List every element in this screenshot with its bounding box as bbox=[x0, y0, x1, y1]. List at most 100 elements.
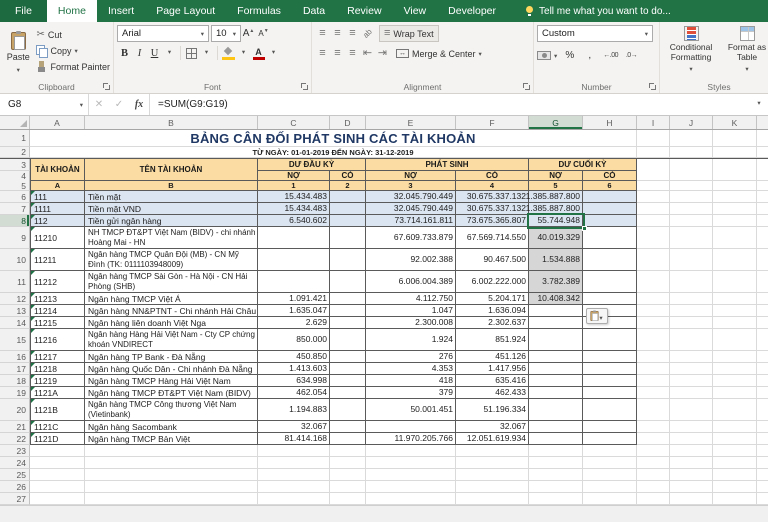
cell-I21[interactable] bbox=[637, 421, 670, 433]
increase-decimal-button[interactable]: ←.00 bbox=[602, 47, 619, 63]
enter-button[interactable]: ✓ bbox=[109, 94, 129, 115]
number-dialog-launcher-icon[interactable] bbox=[648, 82, 657, 91]
cell-C16[interactable]: 450.850 bbox=[258, 351, 330, 363]
row-header-15[interactable]: 15 bbox=[0, 329, 30, 351]
cell-F10[interactable]: 90.467.500 bbox=[456, 249, 529, 271]
cell-F12[interactable]: 5.204.171 bbox=[456, 293, 529, 305]
cell-C10[interactable] bbox=[258, 249, 330, 271]
cell-H17[interactable] bbox=[583, 363, 637, 375]
column-header-J[interactable]: J bbox=[670, 116, 713, 129]
formula-input[interactable]: =SUM(G9:G19) bbox=[150, 94, 750, 115]
cell-D25[interactable] bbox=[330, 469, 366, 481]
row-header-18[interactable]: 18 bbox=[0, 375, 30, 387]
insert-function-button[interactable]: fx bbox=[129, 94, 149, 115]
cell-A24[interactable] bbox=[30, 457, 85, 469]
cell-H18[interactable] bbox=[583, 375, 637, 387]
cell-E9[interactable]: 67.609.733.879 bbox=[366, 227, 456, 249]
cell-H11[interactable] bbox=[583, 271, 637, 293]
cell-K25[interactable] bbox=[713, 469, 757, 481]
cell-H21[interactable] bbox=[583, 421, 637, 433]
cell-J6[interactable] bbox=[670, 191, 713, 203]
cell-D5[interactable]: 2 bbox=[330, 181, 366, 191]
cell-H15[interactable] bbox=[583, 329, 637, 351]
bold-button[interactable]: B bbox=[117, 45, 132, 61]
cell-C17[interactable]: 1.413.603 bbox=[258, 363, 330, 375]
tab-data[interactable]: Data bbox=[292, 0, 336, 22]
cell-I7[interactable] bbox=[637, 203, 670, 215]
cell-B16[interactable]: Ngân hàng TP Bank - Đà Nẵng bbox=[85, 351, 258, 363]
row-header-8[interactable]: 8 bbox=[0, 215, 30, 227]
cell-I17[interactable] bbox=[637, 363, 670, 375]
header-account-name[interactable]: TÊN TÀI KHOẢN bbox=[85, 159, 258, 181]
cell-A14[interactable]: 11215 bbox=[30, 317, 85, 329]
cell-F7[interactable]: 30.675.337.132 bbox=[456, 203, 529, 215]
borders-dropdown-icon[interactable] bbox=[199, 45, 214, 61]
row-header-12[interactable]: 12 bbox=[0, 293, 30, 305]
cell-A11[interactable]: 11212 bbox=[30, 271, 85, 293]
cell-B15[interactable]: Ngân hàng Hàng Hải Việt Nam - Cty CP chứ… bbox=[85, 329, 258, 351]
cell-E7[interactable]: 32.045.790.449 bbox=[366, 203, 456, 215]
row-header-2[interactable]: 2 bbox=[0, 147, 30, 158]
tab-developer[interactable]: Developer bbox=[437, 0, 507, 22]
cell-H16[interactable] bbox=[583, 351, 637, 363]
cell-K12[interactable] bbox=[713, 293, 757, 305]
cell-C23[interactable] bbox=[258, 445, 330, 457]
cell-B19[interactable]: Ngân hàng TMCP ĐT&PT Việt Nam (BIDV) bbox=[85, 387, 258, 399]
cell-H6[interactable] bbox=[583, 191, 637, 203]
cell-I23[interactable] bbox=[637, 445, 670, 457]
cell-B5[interactable]: B bbox=[85, 181, 258, 191]
cell-D21[interactable] bbox=[330, 421, 366, 433]
row-header-11[interactable]: 11 bbox=[0, 271, 30, 293]
cell-H8[interactable] bbox=[583, 215, 637, 227]
cell-I24[interactable] bbox=[637, 457, 670, 469]
cell-G16[interactable] bbox=[529, 351, 583, 363]
cell-H20[interactable] bbox=[583, 399, 637, 421]
cell-J26[interactable] bbox=[670, 481, 713, 493]
cell-C12[interactable]: 1.091.421 bbox=[258, 293, 330, 305]
cell-J7[interactable] bbox=[670, 203, 713, 215]
cell-K14[interactable] bbox=[713, 317, 757, 329]
cell-E12[interactable]: 4.112.750 bbox=[366, 293, 456, 305]
cell-I5[interactable] bbox=[637, 181, 670, 191]
cell-D17[interactable] bbox=[330, 363, 366, 375]
cell-J24[interactable] bbox=[670, 457, 713, 469]
tab-page-layout[interactable]: Page Layout bbox=[145, 0, 226, 22]
tab-insert[interactable]: Insert bbox=[97, 0, 145, 22]
cell-A16[interactable]: 11217 bbox=[30, 351, 85, 363]
name-box[interactable]: G8 bbox=[0, 94, 88, 115]
cell-C19[interactable]: 462.054 bbox=[258, 387, 330, 399]
cell-K16[interactable] bbox=[713, 351, 757, 363]
cell-D15[interactable] bbox=[330, 329, 366, 351]
cell-K7[interactable] bbox=[713, 203, 757, 215]
cell-I20[interactable] bbox=[637, 399, 670, 421]
font-name-dropdown-icon[interactable] bbox=[201, 28, 204, 39]
cut-button[interactable]: ✂ Cut bbox=[36, 27, 110, 42]
cell-G14[interactable] bbox=[529, 317, 583, 329]
cell-E17[interactable]: 4.353 bbox=[366, 363, 456, 375]
column-header-I[interactable]: I bbox=[637, 116, 670, 129]
cell-B17[interactable]: Ngân hàng Quốc Dân - Chi nhánh Đà Nẵng bbox=[85, 363, 258, 375]
format-as-table-button[interactable]: Format as Table bbox=[719, 25, 768, 81]
cell-I26[interactable] bbox=[637, 481, 670, 493]
fill-color-button[interactable] bbox=[221, 45, 236, 61]
cell-B27[interactable] bbox=[85, 493, 258, 505]
cell-D20[interactable] bbox=[330, 399, 366, 421]
cell-D22[interactable] bbox=[330, 433, 366, 445]
number-format-select[interactable]: Custom bbox=[537, 25, 653, 42]
cell-J18[interactable] bbox=[670, 375, 713, 387]
cell-I9[interactable] bbox=[637, 227, 670, 249]
cell-A22[interactable]: 1121D bbox=[30, 433, 85, 445]
cell-I19[interactable] bbox=[637, 387, 670, 399]
accounting-format-button[interactable] bbox=[537, 48, 557, 63]
cell-K8[interactable] bbox=[713, 215, 757, 227]
cell-K9[interactable] bbox=[713, 227, 757, 249]
cell-F23[interactable] bbox=[456, 445, 529, 457]
align-center-button[interactable]: ≡ bbox=[330, 46, 345, 62]
cell-D11[interactable] bbox=[330, 271, 366, 293]
row-header-10[interactable]: 10 bbox=[0, 249, 30, 271]
cell-G10[interactable]: 1.534.888 bbox=[529, 249, 583, 271]
clipboard-dialog-launcher-icon[interactable] bbox=[102, 82, 111, 91]
cell-J17[interactable] bbox=[670, 363, 713, 375]
cell-G12[interactable]: 10.408.342 bbox=[529, 293, 583, 305]
cell-C6[interactable]: 15.434.483 bbox=[258, 191, 330, 203]
